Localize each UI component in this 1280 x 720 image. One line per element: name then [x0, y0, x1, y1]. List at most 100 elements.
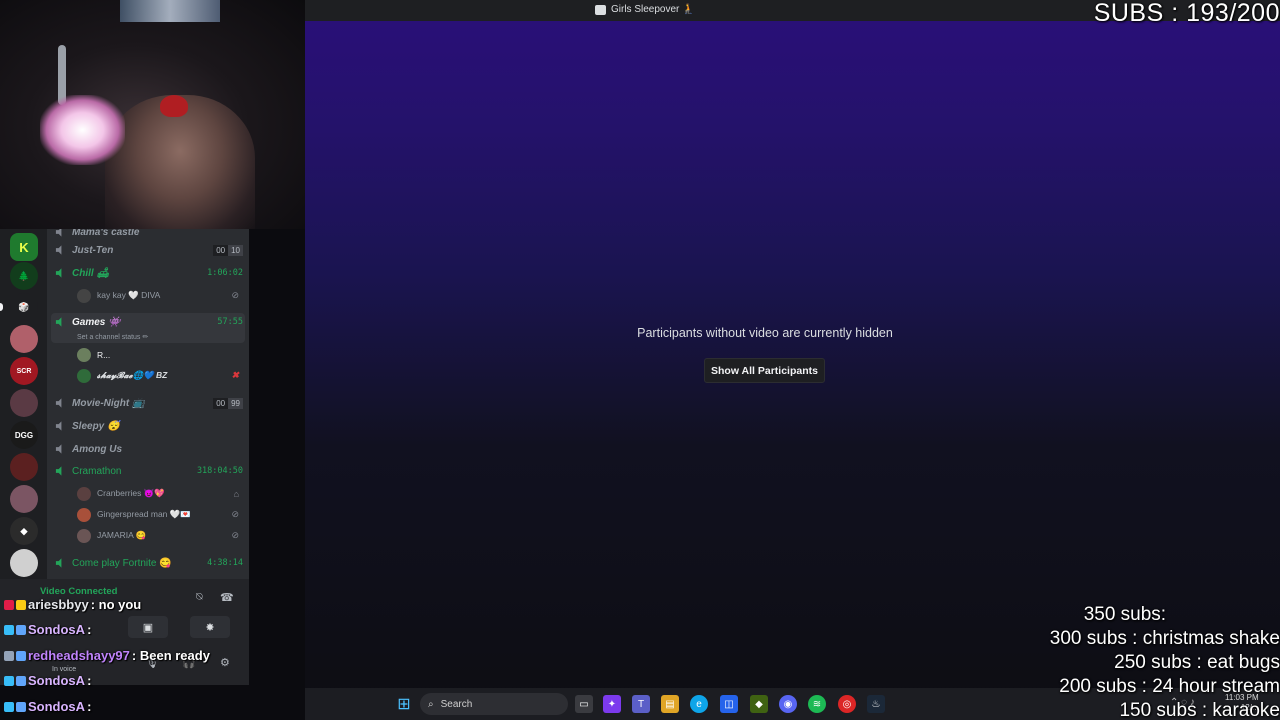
channel-chill[interactable]: Chill 🛋 1:06:02: [55, 263, 243, 283]
avatar: [77, 486, 91, 501]
avatar: [77, 507, 91, 522]
steam-icon[interactable]: ♨: [867, 695, 885, 713]
server-icon-pink[interactable]: [10, 325, 38, 353]
speaker-icon: [595, 4, 606, 15]
sub-goals: 350 subs: 300 subs : christmas shake 250…: [1050, 603, 1280, 720]
camera-button[interactable]: ▣: [128, 616, 168, 638]
discord-icon[interactable]: ◉: [779, 695, 797, 713]
channel-among-us[interactable]: Among Us: [55, 439, 243, 459]
server-icon-dgg[interactable]: DGG: [10, 421, 38, 449]
disconnect-icon[interactable]: ☎: [220, 591, 234, 604]
voice-active-icon: [55, 268, 62, 278]
windows-start-icon[interactable]: ⊞: [395, 695, 413, 713]
server-icon-tree[interactable]: 🌲: [10, 262, 38, 290]
subs-counter: SUBS : 193/200: [1093, 0, 1280, 27]
chat-message: SondosA :: [4, 699, 91, 714]
teams-icon[interactable]: T: [632, 695, 650, 713]
channel-timer: 1:06:02: [207, 268, 243, 278]
voice-user[interactable]: Cranberries 😈💖 ⌂: [77, 484, 239, 503]
channel-games[interactable]: Games 👾 57:55: [55, 312, 243, 332]
server-unread-pill: [0, 303, 3, 311]
webcam-feed: [0, 0, 305, 229]
voice-user[interactable]: R...: [77, 345, 239, 364]
server-icon-ki[interactable]: K: [10, 233, 38, 261]
store-icon[interactable]: ◫: [720, 695, 738, 713]
spiderman-cap: [160, 95, 188, 117]
voice-active-icon: [55, 466, 62, 476]
channel-sleepy[interactable]: Sleepy 😴: [55, 416, 243, 436]
server-icon-gem[interactable]: ◆: [10, 517, 38, 545]
badge-icon: [4, 624, 14, 635]
muted-icon: ⊘: [231, 509, 239, 519]
gear-icon[interactable]: ⚙: [220, 656, 230, 669]
taskbar-search[interactable]: ⌕ Search: [420, 693, 568, 715]
minecraft-icon[interactable]: ◆: [750, 695, 768, 713]
badge-icon: [16, 599, 26, 610]
badge-icon: [4, 701, 14, 712]
avatar: [77, 288, 91, 303]
badge-icon: [4, 650, 14, 661]
voice-user[interactable]: kay kay 🤍 DIVA ⊘: [77, 286, 239, 305]
server-icon-group[interactable]: [10, 389, 38, 417]
chat-message: redheadshayy97 : Been ready: [4, 648, 210, 663]
sub-goal: 250 subs : eat bugs: [1114, 652, 1280, 673]
voice-user[interactable]: 𝓼𝓱𝓪𝔂𝓑𝓪𝓮🌐💙 BZ ✖: [77, 366, 239, 385]
channel-cramathon[interactable]: Cramathon 318:04:50: [55, 461, 243, 481]
avatar: [77, 368, 91, 383]
channel-just-ten[interactable]: Just-Ten 00 10: [55, 240, 243, 260]
chat-message: SondosA :: [4, 673, 91, 688]
screen: Girls Sleepover 🧎 Participants without v…: [0, 0, 1280, 720]
chat-message: SondosA :: [4, 622, 91, 637]
sub-goals-header: 350 subs:: [1083, 604, 1167, 625]
activity-button[interactable]: ✸: [190, 616, 230, 638]
avatar: [77, 528, 91, 543]
channel-timer: 4:38:14: [207, 558, 243, 568]
hidden-participants-message: Participants without video are currently…: [637, 326, 893, 340]
background-monitor: [120, 0, 220, 22]
chrome-icon[interactable]: ◎: [838, 695, 856, 713]
sub-goal: 150 subs : karaoke: [1119, 700, 1280, 720]
avatar: [77, 347, 91, 362]
voice-active-icon: [55, 317, 62, 327]
server-icon-dice[interactable]: 🎲: [10, 293, 38, 321]
call-title-text: Girls Sleepover 🧎: [611, 4, 695, 15]
deafened-icon: ✖: [231, 370, 239, 380]
spotify-icon[interactable]: ≋: [808, 695, 826, 713]
search-icon: ⌕: [428, 698, 434, 710]
playstation-icon: ⌂: [233, 488, 239, 499]
voice-user[interactable]: JAMARIA 😋 ⊘: [77, 526, 239, 545]
server-icon-scr[interactable]: SCR: [10, 357, 38, 385]
file-explorer-icon[interactable]: ▤: [661, 695, 679, 713]
muted-icon: ⊘: [231, 530, 239, 540]
badge-icon: [16, 675, 26, 686]
channel-movie-night[interactable]: Movie-Night 📺 00 99: [55, 393, 243, 413]
server-icon-red[interactable]: [10, 453, 38, 481]
server-icon-white[interactable]: [10, 549, 38, 577]
server-rail: K 🌲 🎲 SCR DGG ◆: [0, 229, 47, 579]
badge-icon: [16, 650, 26, 661]
voice-user[interactable]: Gingerspread man 🤍💌 ⊘: [77, 505, 239, 524]
call-title: Girls Sleepover 🧎: [595, 4, 695, 15]
task-view-icon[interactable]: ▭: [575, 695, 593, 713]
sub-goal: 300 subs : christmas shake: [1049, 628, 1280, 649]
channel-come-play-fortnite[interactable]: Come play Fortnite 😋 4:38:14: [55, 553, 243, 573]
noise-suppression-icon[interactable]: ⍉: [196, 591, 203, 604]
voice-channel-icon: [55, 398, 62, 408]
voice-active-icon: [55, 558, 62, 568]
channel-status[interactable]: Set a channel status ✏: [77, 333, 148, 341]
chat-message: ariesbbyy : no you: [4, 597, 141, 612]
copilot-icon[interactable]: ✦: [603, 695, 621, 713]
badge-icon: [16, 624, 26, 635]
voice-channel-icon: [55, 229, 62, 237]
show-all-participants-button[interactable]: Show All Participants: [704, 358, 825, 383]
badge-icon: [4, 675, 14, 686]
voice-channel-icon: [55, 421, 62, 431]
voice-channel-icon: [55, 444, 62, 454]
microphone: [40, 95, 125, 165]
server-icon-people[interactable]: [10, 485, 38, 513]
sub-goal: 200 subs : 24 hour stream: [1059, 676, 1280, 697]
channel-timer: 318:04:50: [196, 466, 243, 476]
edge-icon[interactable]: e: [690, 695, 708, 713]
search-label: Search: [440, 698, 473, 710]
channel-timer: 57:55: [217, 317, 243, 327]
